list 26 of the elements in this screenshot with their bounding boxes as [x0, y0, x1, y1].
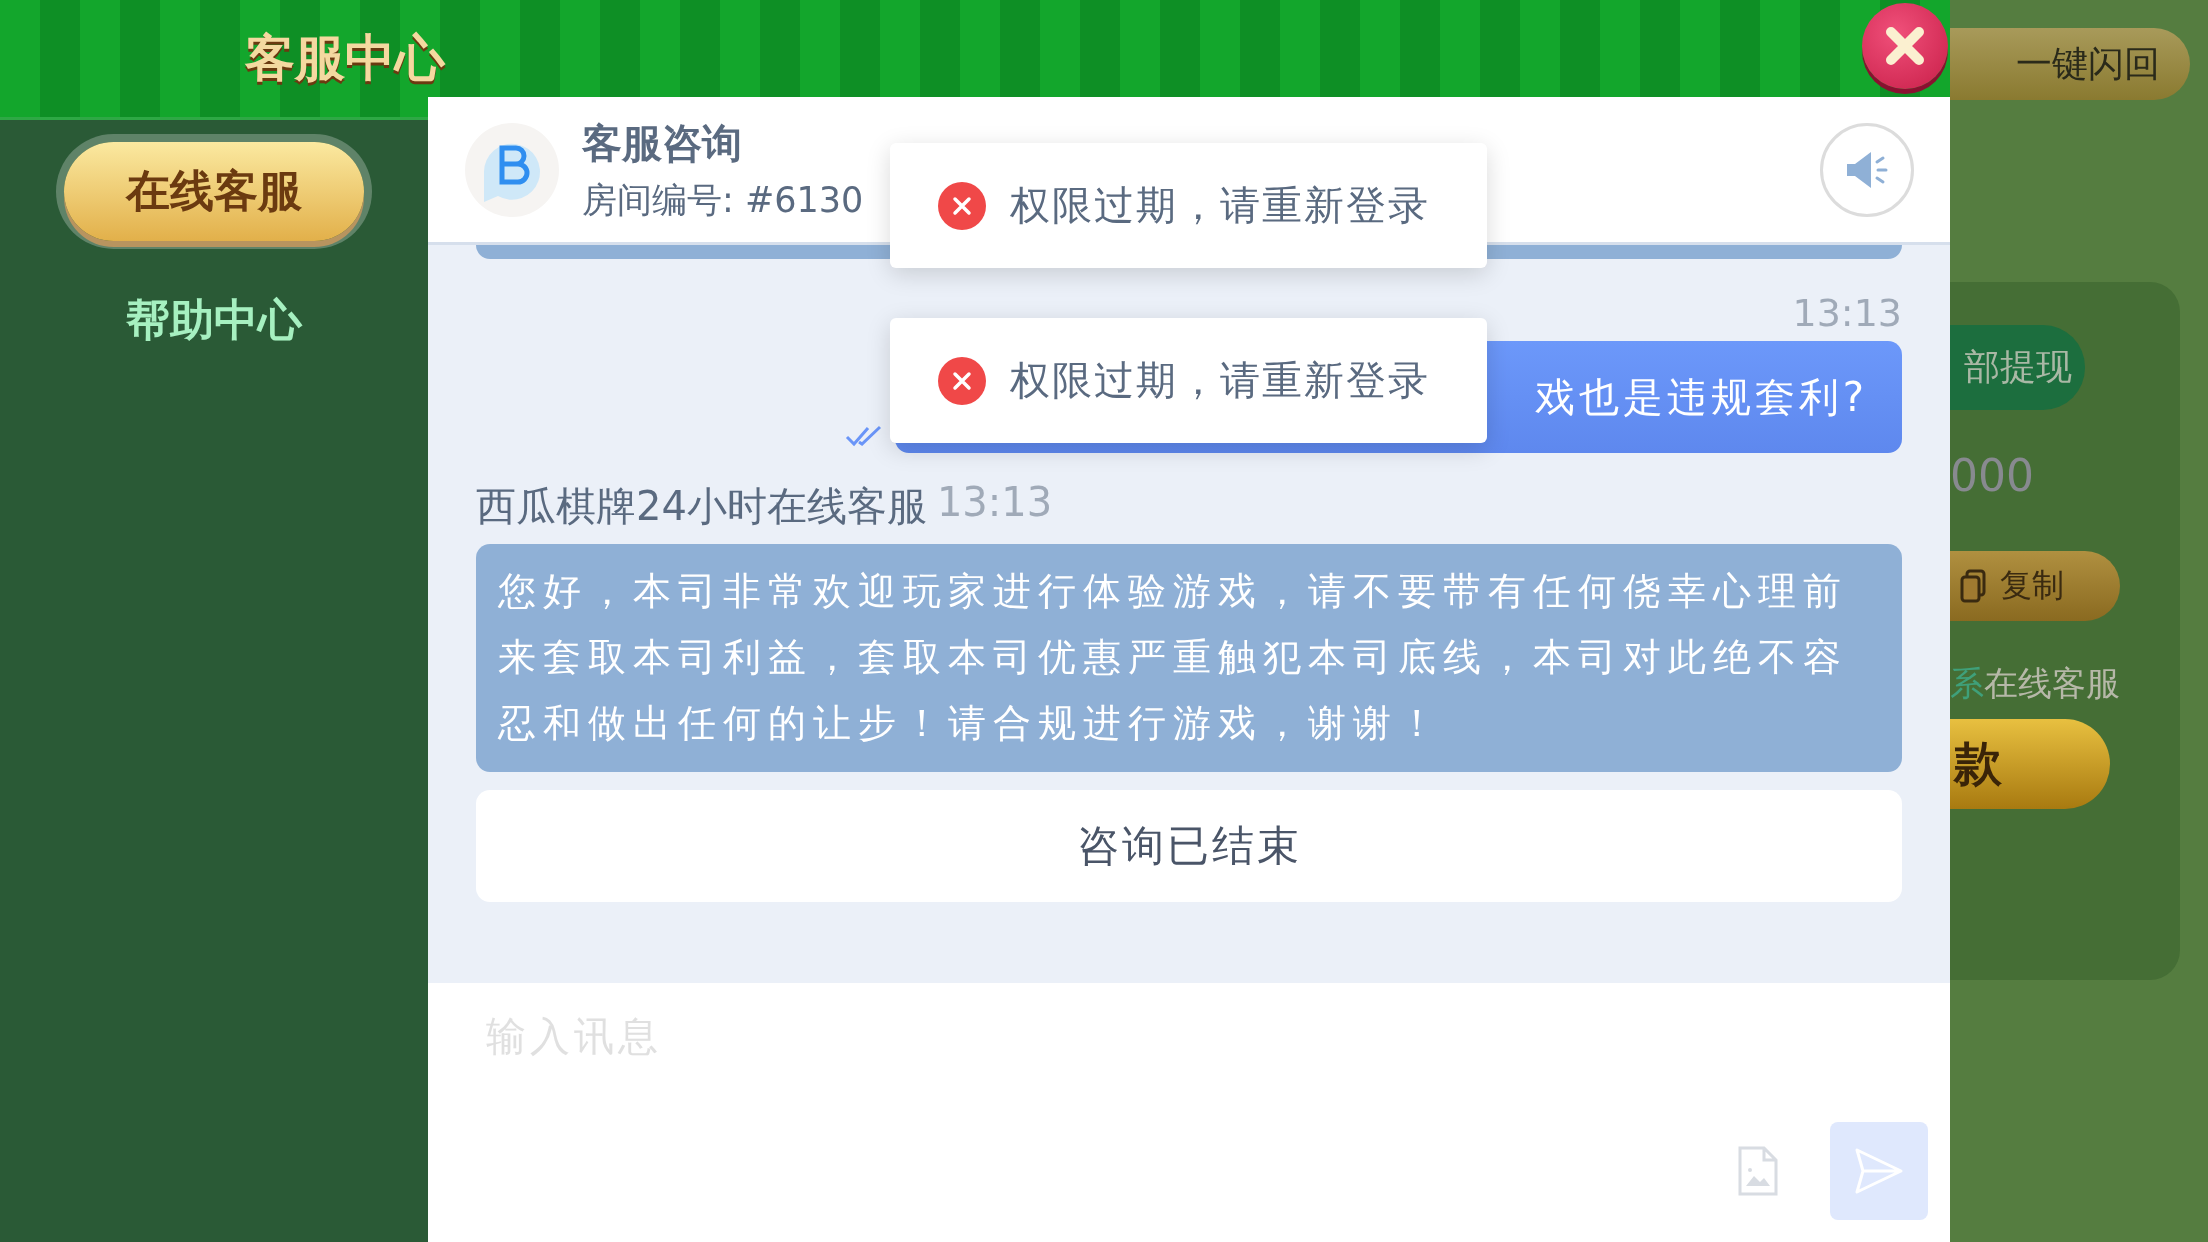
copy-button[interactable]: 复制 [1950, 551, 2120, 621]
amount-text: 000 [1950, 450, 2034, 501]
send-button[interactable] [1830, 1122, 1928, 1220]
close-icon [1883, 24, 1927, 68]
message-time: 13:13 [1792, 291, 1902, 335]
chat-bubble-logo-icon [464, 121, 560, 218]
toast-message: 权限过期，请重新登录 [1010, 356, 1430, 405]
toast-message: 权限过期，请重新登录 [1010, 181, 1430, 230]
contact-text: 在线客服 [1984, 662, 2120, 705]
quick-return-button[interactable]: 一键闪回 [1950, 28, 2190, 100]
error-icon [938, 181, 986, 230]
header-title: 客服中心 [245, 28, 445, 89]
message-bubble: 您好，本司非常欢迎玩家进行体验游戏，请不要带有任何侥幸心理前来套取本司利益，套取本司优惠严重触犯本司底线，本司对此绝不容忍和做出任何的让步！请合规进行游戏，谢谢！ [476, 544, 1902, 772]
send-icon [1854, 1147, 1904, 1195]
action-button[interactable]: 款 [1950, 719, 2110, 809]
sidebar-item[interactable]: 帮助中心 [66, 271, 362, 370]
consultation-ended-notice: 咨询已结束 [476, 790, 1902, 902]
withdraw-button[interactable]: 部提现 [1950, 325, 2085, 410]
message-time: 13:13 [936, 479, 1053, 527]
chat-title: 客服咨询 [582, 118, 743, 168]
error-icon [938, 356, 986, 405]
image-file-icon[interactable] [1738, 1146, 1778, 1196]
speaker-icon [1845, 149, 1889, 190]
room-number: 房间编号: #6130 [582, 178, 864, 222]
copy-icon [1960, 569, 1986, 603]
sender-name: 西瓜棋牌24小时在线客服 [476, 482, 927, 531]
